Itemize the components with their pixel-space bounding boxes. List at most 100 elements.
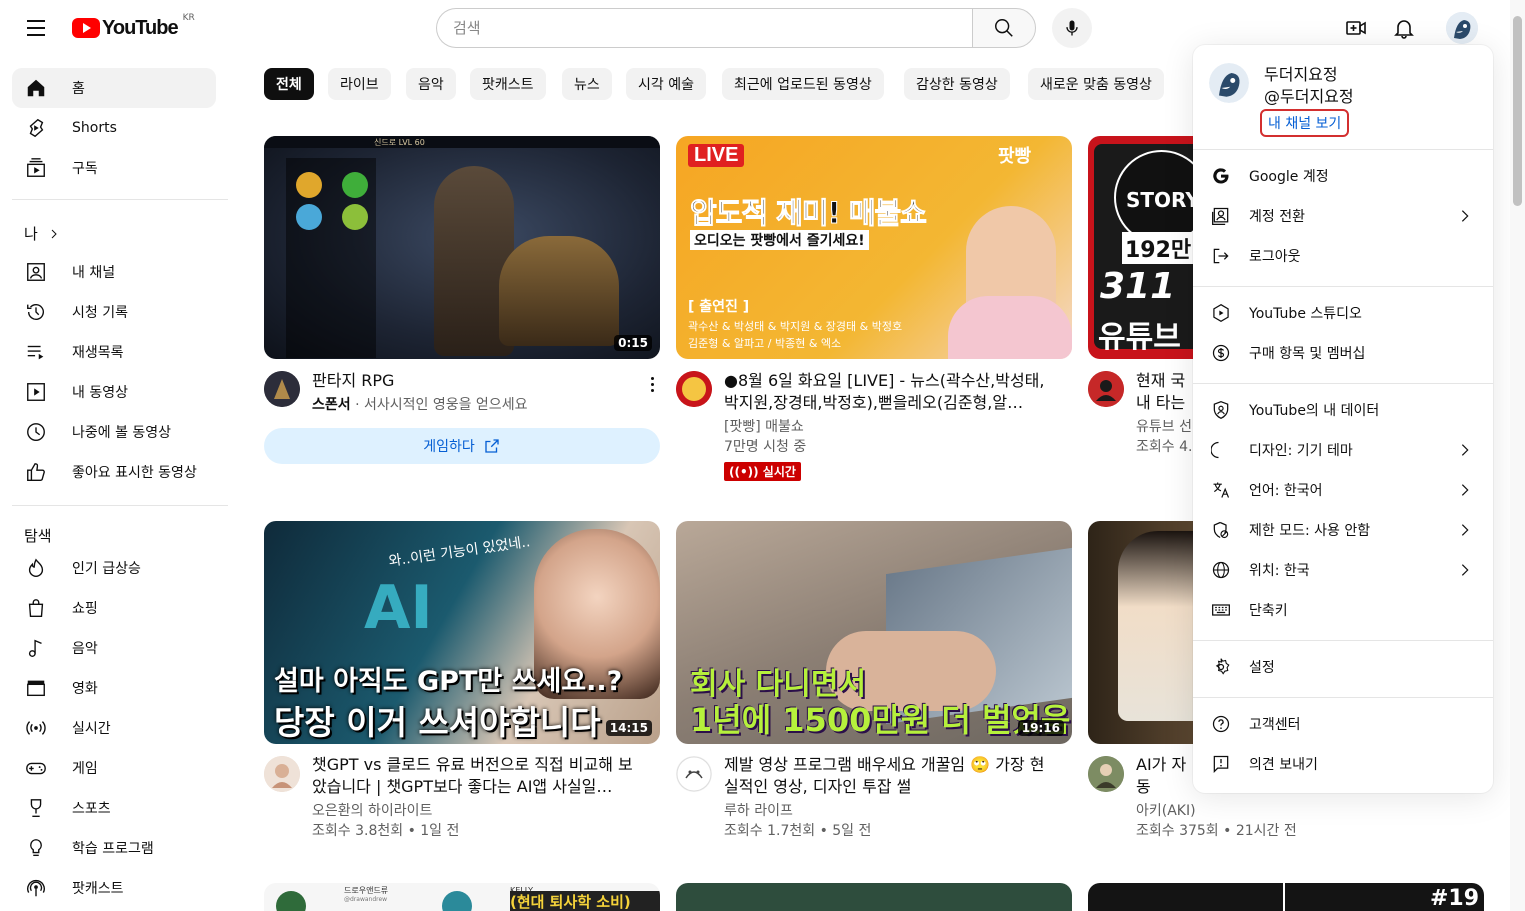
menu-item-settings[interactable]: 설정 — [1193, 647, 1493, 687]
search-button[interactable] — [972, 8, 1036, 48]
chip-live[interactable]: 라이브 — [328, 68, 391, 100]
thumb-divider — [1283, 883, 1285, 911]
create-button[interactable] — [1336, 8, 1376, 48]
sidebar-item-your-channel[interactable]: 내 채널 — [12, 252, 216, 292]
restricted-icon — [1209, 518, 1233, 542]
sidebar-item-shorts[interactable]: Shorts — [12, 108, 216, 148]
video-thumbnail[interactable] — [676, 883, 1072, 911]
menu-item-location[interactable]: 위치: 한국 — [1193, 550, 1493, 590]
page-scrollbar[interactable] — [1510, 0, 1525, 911]
sidebar-item-home[interactable]: 홈 — [12, 68, 216, 108]
chip-recently-uploaded[interactable]: 최근에 업로드된 동영상 — [722, 68, 884, 100]
sidebar-item-watch-later[interactable]: 나중에 볼 동영상 — [12, 412, 216, 452]
sidebar-item-your-videos[interactable]: 내 동영상 — [12, 372, 216, 412]
sidebar-item-learning[interactable]: 학습 프로그램 — [12, 828, 216, 868]
view-channel-link[interactable]: 내 채널 보기 — [1260, 109, 1350, 137]
sidebar-item-music[interactable]: 음악 — [12, 628, 216, 668]
video-thumbnail[interactable]: 드로우앤드류 @drawandrew KELLY (현대 퇴사학 소비) — [264, 883, 660, 911]
sidebar-item-subscriptions[interactable]: 구독 — [12, 148, 216, 188]
chip-all[interactable]: 전체 — [264, 68, 314, 100]
chip-new-to-you[interactable]: 새로운 맞춤 동영상 — [1028, 68, 1164, 100]
menu-item-help[interactable]: 고객센터 — [1193, 704, 1493, 744]
channel-avatar[interactable] — [676, 371, 712, 407]
menu-item-keyboard-shortcuts[interactable]: 단축키 — [1193, 590, 1493, 630]
sidebar-item-playlists[interactable]: 재생목록 — [12, 332, 216, 372]
channel-icon — [24, 260, 48, 284]
chip-news[interactable]: 뉴스 — [562, 68, 612, 100]
sidebar-item-podcasts[interactable]: 팟캐스트 — [12, 868, 216, 908]
youtube-logo[interactable]: YouTube KR — [72, 13, 195, 40]
voice-search-button[interactable] — [1052, 8, 1092, 48]
account-avatar-button[interactable] — [1446, 12, 1478, 44]
channel-avatar[interactable] — [1088, 756, 1124, 792]
channel-name[interactable]: 유튜브 선 — [1136, 417, 1192, 437]
video-title[interactable]: 제발 영상 프로그램 배우세요 개꿀임 🙄 가장 현실적인 영상, 디자인 투잡… — [724, 754, 1054, 798]
channel-name[interactable]: 아키(AKI) — [1136, 801, 1196, 821]
thumb-text: (현대 퇴사학 소비) — [510, 891, 660, 911]
view-count: 조회수 4. — [1136, 439, 1192, 455]
purchases-icon — [1209, 341, 1233, 365]
thumb-line-2: 당장 이거 쓰셔야합니다 — [274, 703, 601, 742]
sidebar-item-history[interactable]: 시청 기록 — [12, 292, 216, 332]
channel-avatar[interactable] — [676, 756, 712, 792]
channel-avatar[interactable] — [1088, 371, 1124, 407]
menu-hamburger-icon[interactable] — [16, 8, 56, 48]
account-menu: 두더지요정 @두더지요정 내 채널 보기 Google 계정 계정 전환 로그아… — [1193, 45, 1493, 793]
video-thumbnail[interactable]: 회사 다니면서 1년에 1500만원 더 벌었음 19:16 — [676, 521, 1072, 744]
menu-item-studio[interactable]: YouTube 스튜디오 — [1193, 293, 1493, 333]
sidebar-item-trending[interactable]: 인기 급상승 — [12, 548, 216, 588]
live-icon — [24, 716, 48, 740]
menu-item-your-data[interactable]: YouTube의 내 데이터 — [1193, 390, 1493, 430]
keyboard-icon — [1209, 598, 1233, 622]
menu-item-language[interactable]: 언어: 한국어 — [1193, 470, 1493, 510]
menu-divider — [1193, 149, 1493, 150]
video-title[interactable]: 현재 국내 타는법 3 — [1136, 370, 1192, 414]
menu-item-appearance[interactable]: 디자인: 기기 테마 — [1193, 430, 1493, 470]
chip-music[interactable]: 음악 — [406, 68, 456, 100]
thumb-cast-line: 곽수산 & 박성태 & 박지원 & 장경태 & 박정호 — [688, 320, 903, 333]
menu-item-label: 고객센터 — [1249, 717, 1301, 733]
chip-watched[interactable]: 감상한 동영상 — [904, 68, 1010, 100]
channel-name[interactable]: 오은환의 하이라이트 — [312, 801, 432, 821]
menu-item-sign-out[interactable]: 로그아웃 — [1193, 236, 1493, 276]
video-thumbnail-ad[interactable]: 신드로 LVL 60 0:15 — [264, 136, 660, 359]
chip-visual-arts[interactable]: 시각 예술 — [626, 68, 706, 100]
thumb-text: 311 — [1100, 266, 1176, 307]
sidebar-item-label: 내 채널 — [72, 265, 116, 281]
notifications-button[interactable] — [1384, 8, 1424, 48]
search-input[interactable] — [436, 8, 972, 48]
menu-item-label: 언어: 한국어 — [1249, 483, 1323, 499]
scrollbar-thumb[interactable] — [1513, 16, 1522, 206]
video-thumbnail[interactable]: STORY 192만 311 유튜브 — [1088, 136, 1193, 359]
video-thumbnail-live[interactable]: LIVE 팟빵 압도적 재미! 매불쇼 오디오는 팟빵에서 즐기세요! [ 출연… — [676, 136, 1072, 359]
skill-orb-icon — [342, 172, 368, 198]
video-thumbnail[interactable]: AI 와..이런 기능이 있었네.. 설마 아직도 GPT만 쓰세요..? 당장… — [264, 521, 660, 744]
channel-name[interactable]: [팟빵] 매불쇼 — [724, 417, 804, 437]
video-thumbnail[interactable]: #19 — [1088, 883, 1484, 911]
video-title[interactable]: AI가 자동 MAKE 자 — [1136, 754, 1192, 798]
chip-podcasts[interactable]: 팟캐스트 — [470, 68, 546, 100]
more-options-icon[interactable] — [640, 372, 664, 396]
menu-item-google-account[interactable]: Google 계정 — [1193, 156, 1493, 196]
video-title[interactable]: 판타지 RPG — [312, 370, 642, 392]
thumb-small-caption: 와..이런 기능이 있었네.. — [387, 534, 532, 570]
sidebar-item-movies[interactable]: 영화 — [12, 668, 216, 708]
channel-avatar[interactable] — [264, 756, 300, 792]
channel-avatar[interactable] — [264, 371, 300, 407]
menu-item-send-feedback[interactable]: 의견 보내기 — [1193, 744, 1493, 784]
video-thumbnail[interactable] — [1088, 521, 1193, 744]
channel-name[interactable]: 루하 라이프 — [724, 801, 793, 821]
sidebar-you-heading[interactable]: 나 — [24, 223, 60, 244]
settings-gear-icon — [1209, 655, 1233, 679]
video-title[interactable]: 챗GPT vs 클로드 유료 버전으로 직접 비교해 보았습니다 | 챗GPT보… — [312, 754, 642, 798]
sidebar-item-liked-videos[interactable]: 좋아요 표시한 동영상 — [12, 452, 216, 492]
sidebar-item-sports[interactable]: 스포츠 — [12, 788, 216, 828]
sidebar-item-shopping[interactable]: 쇼핑 — [12, 588, 216, 628]
sidebar-item-live[interactable]: 실시간 — [12, 708, 216, 748]
menu-item-purchases[interactable]: 구매 항목 및 멤버십 — [1193, 333, 1493, 373]
video-title[interactable]: ●8월 6일 화요일 [LIVE] - 뉴스(곽수산,박성태,박지원,장경태,박… — [724, 370, 1054, 414]
play-game-button[interactable]: 게임하다 — [264, 428, 660, 464]
sidebar-item-gaming[interactable]: 게임 — [12, 748, 216, 788]
menu-item-restricted-mode[interactable]: 제한 모드: 사용 안함 — [1193, 510, 1493, 550]
menu-item-switch-account[interactable]: 계정 전환 — [1193, 196, 1493, 236]
